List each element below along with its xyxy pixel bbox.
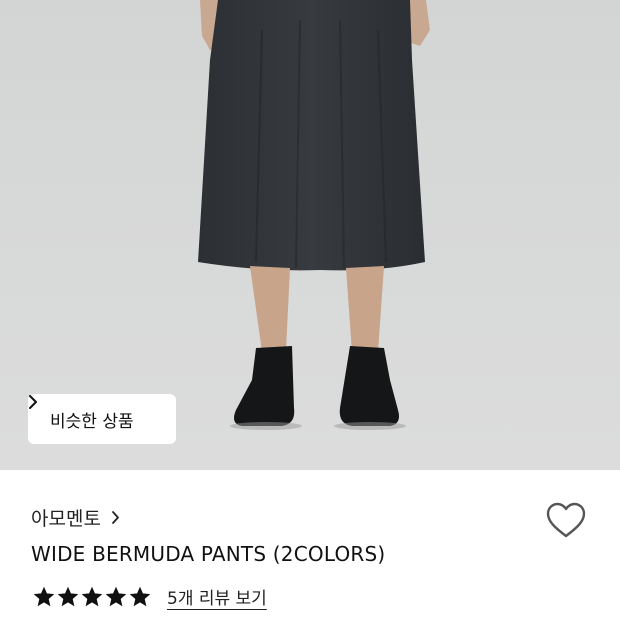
brand-link[interactable]: 아모멘토 — [31, 504, 120, 531]
review-link[interactable]: 5개 리뷰 보기 — [167, 584, 267, 609]
star-icon — [33, 586, 55, 608]
similar-products-label: 비슷한 상품 — [50, 411, 134, 432]
star-icon — [57, 586, 79, 608]
product-photo[interactable]: 비슷한 상품 — [0, 0, 620, 470]
brand-name: 아모멘토 — [31, 508, 101, 530]
heart-outline-icon — [546, 502, 586, 538]
star-icon — [81, 586, 103, 608]
product-info: 아모멘토 WIDE BERMUDA PANTS (2COLORS) 5개 리뷰 … — [0, 470, 620, 620]
product-title: WIDE BERMUDA PANTS (2COLORS) — [31, 542, 386, 566]
similar-products-button[interactable]: 비슷한 상품 — [28, 394, 176, 444]
star-rating — [33, 586, 151, 608]
chevron-right-icon — [111, 510, 120, 525]
star-icon — [105, 586, 127, 608]
rating-row: 5개 리뷰 보기 — [33, 584, 267, 609]
wishlist-button[interactable] — [544, 500, 588, 542]
star-icon — [129, 586, 151, 608]
